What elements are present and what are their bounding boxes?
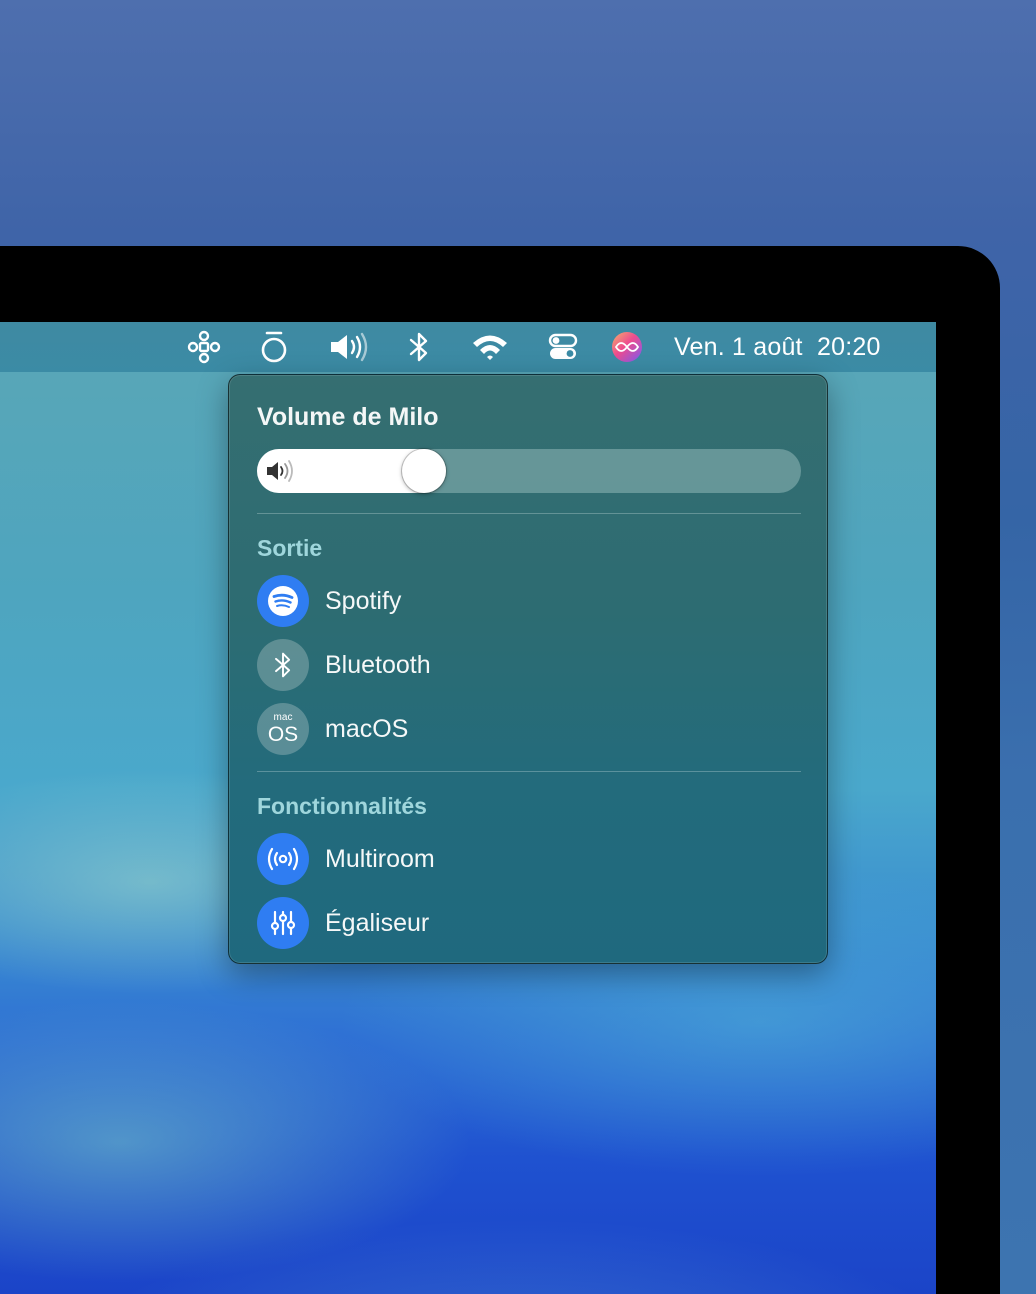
equalizer-icon	[257, 897, 309, 949]
focus-icon[interactable]	[254, 322, 294, 372]
clock-time: 20:20	[817, 332, 881, 361]
divider	[257, 513, 801, 514]
multiroom-icon	[257, 833, 309, 885]
divider	[257, 771, 801, 772]
shortcuts-icon[interactable]	[184, 322, 224, 372]
output-item-label: Bluetooth	[325, 650, 431, 679]
feature-item-label: Multiroom	[325, 844, 435, 873]
features-section-label: Fonctionnalités	[257, 793, 427, 819]
background: Ven. 1 août 20:20 Volume de Milo Sortie	[0, 0, 1036, 1294]
feature-item-multiroom[interactable]: Multiroom	[257, 833, 801, 885]
macos-icon-small-text: mac	[273, 712, 293, 723]
macos-icon: mac OS	[257, 703, 309, 755]
output-section-label: Sortie	[257, 535, 323, 561]
clock-date: Ven. 1 août	[674, 332, 803, 361]
feature-item-label: Égaliseur	[325, 908, 430, 937]
output-item-macos[interactable]: mac OS macOS	[257, 703, 801, 755]
output-item-label: macOS	[325, 714, 409, 743]
volume-low-icon	[267, 460, 293, 482]
bluetooth-icon	[257, 639, 309, 691]
control-center-icon[interactable]	[544, 322, 582, 372]
volume-icon[interactable]	[326, 322, 372, 372]
menu-bar-clock[interactable]: Ven. 1 août 20:20	[674, 322, 881, 372]
spotify-icon	[257, 575, 309, 627]
macos-icon-big-text: OS	[267, 723, 299, 746]
feature-item-equalizer[interactable]: Égaliseur	[257, 897, 801, 949]
wifi-icon[interactable]	[468, 322, 512, 372]
volume-popup: Volume de Milo Sortie Spotify Bluetooth …	[228, 374, 828, 964]
output-item-bluetooth[interactable]: Bluetooth	[257, 639, 801, 691]
menu-bar: Ven. 1 août 20:20	[0, 322, 936, 372]
output-item-label: Spotify	[325, 586, 402, 615]
volume-slider[interactable]	[257, 449, 801, 493]
siri-icon[interactable]	[608, 322, 646, 372]
popup-title: Volume de Milo	[257, 403, 439, 431]
volume-slider-knob[interactable]	[402, 449, 446, 493]
bluetooth-icon[interactable]	[404, 322, 434, 372]
output-item-spotify[interactable]: Spotify	[257, 575, 801, 627]
